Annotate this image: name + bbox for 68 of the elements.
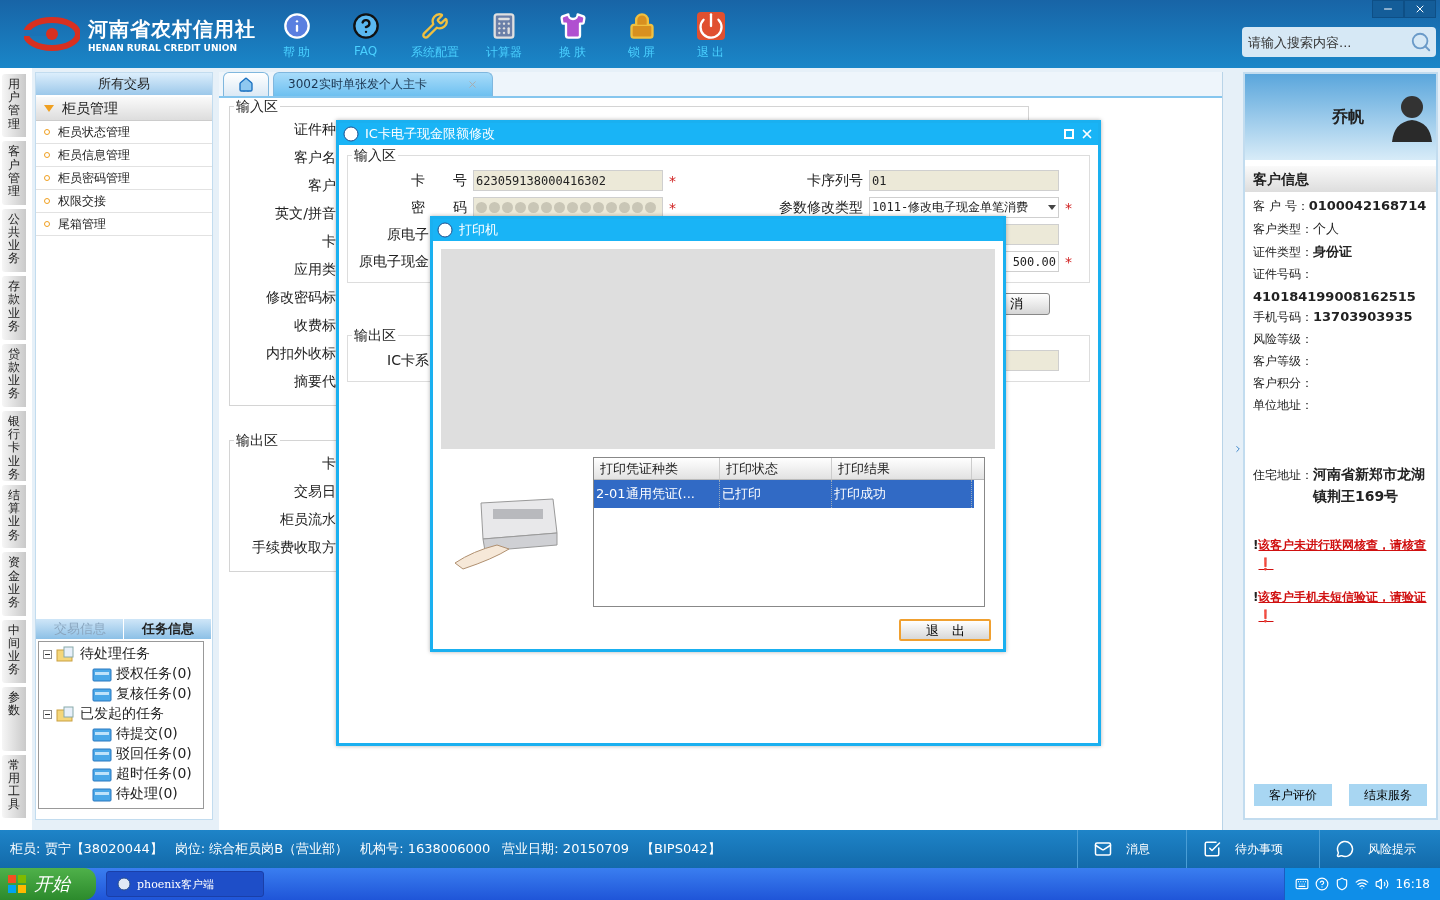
table-cell: 打印成功 — [832, 480, 972, 508]
section-title: 输入区 — [234, 98, 280, 116]
section-title: 客户信息 — [1245, 166, 1436, 192]
logo-title: 河南省农村信用社 — [88, 15, 256, 43]
field-label: 手续费收取方 — [251, 539, 336, 557]
section-title: 输出区 — [352, 327, 398, 345]
field-label: 原电子现金 — [359, 252, 429, 271]
warning-text: 该客户未进行联网核查，请核查❗ — [1258, 537, 1428, 573]
warning-mark: ! — [1253, 589, 1259, 606]
dialog-title: 打印机 — [459, 221, 499, 239]
field-label: 应用类 — [293, 261, 336, 279]
field-label: 内扣外收标 — [265, 345, 336, 363]
status-text: 柜员: 贾宁【38020044】 — [10, 840, 163, 858]
dialog-title: IC卡电子现金限额修改 — [365, 125, 496, 143]
field-label: 柜员流水 — [279, 511, 336, 529]
field-label: 参数修改类型 — [779, 198, 863, 217]
required-mark: * — [669, 172, 677, 189]
field-label: 卡 — [321, 233, 336, 251]
field-value: 13703903935 — [1313, 309, 1413, 324]
section-title: 输出区 — [234, 432, 280, 450]
warning-text: 该客户手机未短信验证，请验证❗ — [1258, 589, 1428, 625]
status-text: 机构号: 1638006000 — [360, 840, 491, 858]
warning-mark: ! — [1253, 537, 1259, 554]
clock: 16:18 — [1395, 877, 1430, 891]
status-text: 营业日期: 20150709 — [502, 840, 630, 858]
field-label: 住宅地址： — [1253, 467, 1313, 484]
field-label: 证件种 — [293, 121, 336, 139]
customer-name: 乔帆 — [1332, 106, 1364, 128]
field-label: 摘要代 — [293, 373, 336, 391]
field-label: 卡 — [321, 455, 336, 473]
field-label: 证件类型： — [1253, 244, 1313, 261]
panel-title: 所有交易 — [36, 73, 212, 95]
column-header: 打印状态 — [720, 458, 832, 479]
field-label: 密 码 — [411, 198, 467, 217]
field-label: 单位地址： — [1253, 397, 1313, 414]
field-label: 证件号码： — [1253, 266, 1313, 283]
required-mark: * — [1065, 253, 1073, 270]
field-label: 原电子 — [387, 225, 429, 244]
field-value: 身份证 — [1313, 243, 1352, 261]
field-label: 修改密码标 — [265, 289, 336, 307]
field-label: 客户类型： — [1253, 221, 1313, 238]
table-cell: 已打印 — [720, 480, 832, 508]
field-value: 河南省新郑市龙湖镇荆王169号 — [1313, 465, 1426, 506]
field-label: 客户等级： — [1253, 353, 1313, 370]
field-label: 英文/拼音 — [274, 205, 336, 223]
field-label: 客户 — [307, 177, 336, 195]
field-value: 0100042168714 — [1308, 198, 1427, 213]
required-mark: * — [669, 199, 677, 216]
field-label: 交易日 — [293, 483, 336, 501]
field-label: 收费标 — [293, 317, 336, 335]
field-label: 卡 号 — [411, 171, 467, 190]
field-label: 手机号码： — [1253, 309, 1313, 326]
status-text: 【BIPS042】 — [641, 840, 721, 858]
column-header: 打印凭证种类 — [594, 458, 720, 479]
field-label: 客 户 号： — [1253, 198, 1309, 215]
field-label: 卡序列号 — [807, 171, 863, 190]
field-label: 风险等级： — [1253, 331, 1313, 348]
field-label: IC卡系 — [387, 351, 429, 370]
status-text: 岗位: 综合柜员岗B（营业部） — [174, 840, 349, 858]
field-label: 客户名 — [293, 149, 336, 167]
required-mark: * — [1065, 199, 1073, 216]
section-title: 输入区 — [352, 147, 398, 165]
table-cell: 2-01通用凭证(... — [594, 480, 720, 508]
field-value: 410184199008162515 — [1253, 289, 1416, 304]
field-value: 个人 — [1313, 220, 1339, 238]
column-header: 打印结果 — [832, 458, 972, 479]
logo-subtitle: HENAN RURAL CREDIT UNION — [88, 42, 238, 53]
field-label: 客户积分： — [1253, 375, 1313, 392]
